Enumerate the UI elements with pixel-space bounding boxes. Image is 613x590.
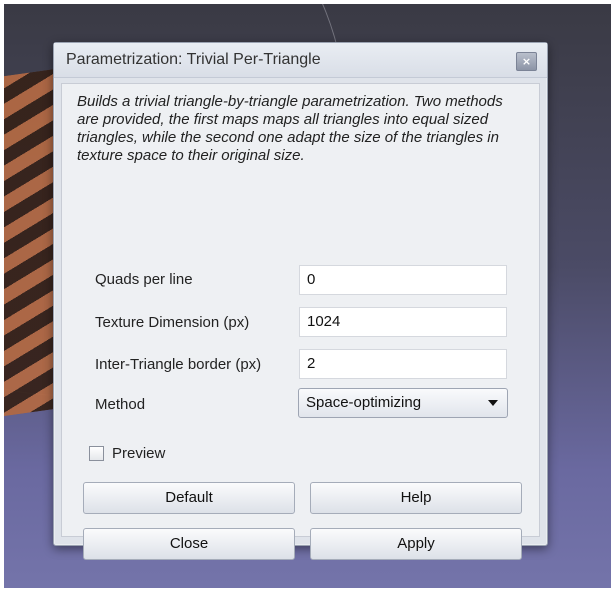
texture-dimension-label: Texture Dimension (px) (95, 314, 250, 331)
chevron-down-icon (488, 400, 498, 406)
inter-triangle-border-field[interactable]: 2 (299, 349, 507, 379)
method-selected-value: Space-optimizing (306, 394, 422, 411)
texture-dimension-field[interactable]: 1024 (299, 307, 507, 337)
quads-per-line-label: Quads per line (95, 271, 193, 288)
dialog-title: Parametrization: Trivial Per-Triangle (66, 51, 321, 68)
preview-label[interactable]: Preview (112, 445, 165, 462)
apply-button[interactable]: Apply (310, 528, 522, 560)
dialog-titlebar[interactable]: Parametrization: Trivial Per-Triangle × (54, 43, 547, 78)
inter-triangle-border-label: Inter-Triangle border (px) (95, 356, 262, 373)
help-button[interactable]: Help (310, 482, 522, 514)
close-button[interactable]: Close (83, 528, 295, 560)
parametrization-dialog: Parametrization: Trivial Per-Triangle × … (53, 42, 548, 560)
default-button[interactable]: Default (83, 482, 295, 514)
preview-checkbox[interactable] (89, 446, 104, 461)
dialog-description: Builds a trivial triangle-by-triangle pa… (77, 93, 503, 164)
dialog-panel: Builds a trivial triangle-by-triangle pa… (61, 83, 540, 560)
close-icon[interactable]: × (516, 52, 537, 71)
method-select[interactable]: Space-optimizing (298, 388, 508, 418)
method-label: Method (95, 396, 146, 413)
quads-per-line-field[interactable]: 0 (299, 265, 507, 295)
